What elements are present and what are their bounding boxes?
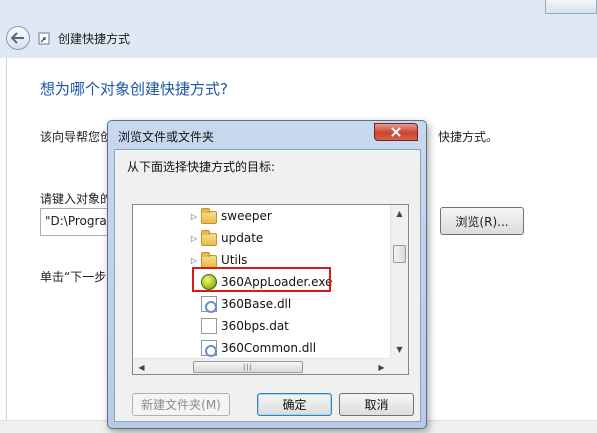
dialog-instruction: 从下面选择快捷方式的目标:	[127, 160, 276, 174]
wizard-title: 创建快捷方式	[58, 32, 131, 46]
tree-item-360apploader[interactable]: 360AppLoader.exe	[133, 271, 390, 293]
horizontal-scroll-thumb[interactable]: |||	[193, 361, 303, 373]
tree-item-360common[interactable]: 360Common.dll	[133, 337, 390, 358]
tree-item-utils[interactable]: ▷ Utils	[133, 249, 390, 271]
scroll-left-icon[interactable]: ◀	[133, 359, 150, 375]
back-button[interactable]	[6, 26, 30, 50]
wizard-description-end: 快捷方式。	[438, 130, 499, 144]
tree-item-label: sweeper	[221, 209, 272, 223]
tree-item-sweeper[interactable]: ▷ sweeper	[133, 205, 390, 227]
tree-item-label: 360AppLoader.exe	[221, 275, 333, 289]
tree-item-360base[interactable]: 360Base.dll	[133, 293, 390, 315]
exe-icon	[201, 274, 217, 290]
tree-item-360bps[interactable]: 360bps.dat	[133, 315, 390, 337]
expand-arrow-icon[interactable]: ▷	[187, 256, 201, 265]
close-icon	[391, 127, 401, 137]
dialog-title: 浏览文件或文件夹	[118, 130, 215, 144]
next-step-hint: 单击“下一步	[40, 270, 107, 284]
tree-item-label: 360bps.dat	[221, 319, 289, 333]
page-heading: 想为哪个对象创建快捷方式?	[40, 80, 228, 98]
dialog-close-button[interactable]	[374, 123, 418, 141]
tree-item-label: 360Common.dll	[221, 341, 317, 355]
folder-icon	[201, 251, 217, 268]
tree-item-label: 360Base.dll	[221, 297, 292, 311]
new-folder-button[interactable]: 新建文件夹(M)	[132, 393, 230, 416]
horizontal-scrollbar[interactable]: ◀ ||| ▶	[133, 358, 390, 374]
dialog-content: 从下面选择快捷方式的目标: ▷ sweeper ▷ update ▷ Utils	[114, 149, 421, 422]
location-label: 请键入对象的	[40, 192, 113, 206]
dat-icon	[201, 318, 217, 334]
tree-item-update[interactable]: ▷ update	[133, 227, 390, 249]
folder-tree[interactable]: ▷ sweeper ▷ update ▷ Utils 360AppLoader.…	[132, 204, 409, 375]
wizard-header	[0, 0, 597, 58]
vertical-scrollbar[interactable]: ▲ ▼	[390, 205, 408, 358]
back-arrow-icon	[11, 32, 24, 44]
tree-item-label: update	[221, 231, 264, 245]
browse-dialog: 浏览文件或文件夹 从下面选择快捷方式的目标: ▷ sweeper ▷ updat…	[107, 120, 427, 429]
scroll-right-icon[interactable]: ▶	[373, 359, 390, 375]
vertical-scroll-thumb[interactable]	[393, 245, 406, 263]
scrollbar-corner	[390, 358, 408, 374]
window-close-button[interactable]	[545, 0, 597, 14]
dll-icon	[201, 340, 217, 357]
tree-item-label: Utils	[221, 253, 248, 267]
ok-button[interactable]: 确定	[257, 393, 332, 416]
wizard-description: 该向导帮您创	[40, 130, 113, 144]
dll-icon	[201, 296, 217, 313]
expand-arrow-icon[interactable]: ▷	[187, 212, 201, 221]
browse-button[interactable]: 浏览(R)...	[440, 207, 524, 235]
tree-list: ▷ sweeper ▷ update ▷ Utils 360AppLoader.…	[133, 205, 390, 358]
folder-icon	[201, 207, 217, 224]
expand-arrow-icon[interactable]: ▷	[187, 234, 201, 243]
cancel-button[interactable]: 取消	[339, 393, 414, 416]
scroll-down-icon[interactable]: ▼	[391, 341, 408, 358]
scroll-up-icon[interactable]: ▲	[391, 205, 408, 222]
folder-icon	[201, 229, 217, 246]
shortcut-app-icon	[38, 32, 50, 45]
